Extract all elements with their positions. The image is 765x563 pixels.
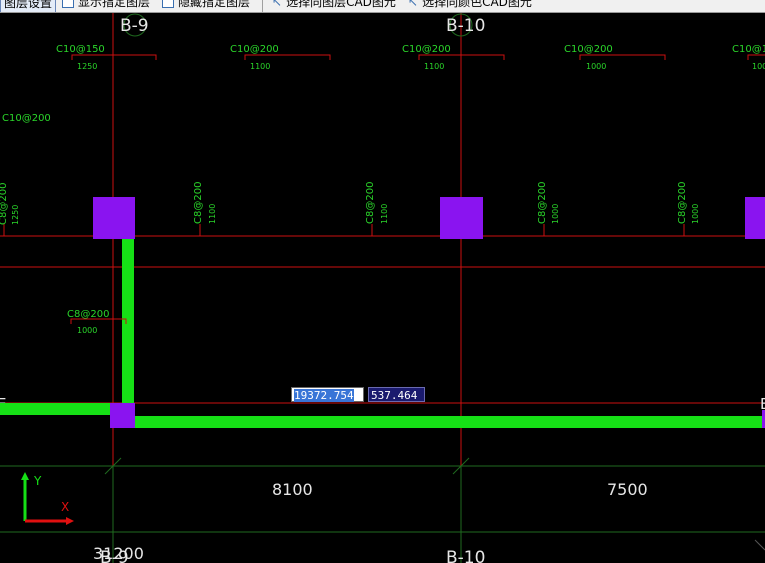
ucs-y-label: Y [33, 474, 42, 488]
rebar-bracket [747, 54, 765, 60]
layer-toolbar: 图层设置 显示指定图层 隐藏指定图层 ↖ 选择同图层CAD图元 ↖ 选择同颜色CAD… [0, 0, 765, 13]
axis-label-b10-bottom: B-10 [446, 548, 485, 563]
dimension-span-1: 8100 [272, 480, 313, 499]
rebar-length: 1100 [208, 204, 217, 224]
rebar-spec: C8@200 [193, 182, 204, 224]
rebar-spec: C10@200 [564, 44, 613, 55]
coordinate-x-value: 19372.754 [294, 389, 354, 402]
hide-layer-label: 隐藏指定图层 [178, 0, 251, 9]
select-same-layer-label: 选择同图层CAD图元 [286, 0, 396, 9]
rebar-length: 1100 [380, 204, 389, 224]
show-layer-button[interactable]: 显示指定图层 [62, 0, 150, 11]
column[interactable] [440, 197, 483, 239]
rebar-spec: C10@200 [402, 44, 451, 55]
cursor-icon: ↖ [408, 0, 419, 9]
coordinate-y-input[interactable]: 537.464 [368, 387, 425, 402]
beam-vertical[interactable] [122, 238, 134, 403]
ucs-x-arrow [66, 517, 74, 525]
rebar-spec: C10@1 [732, 44, 765, 55]
rebar-spec-left: C10@200 [2, 113, 51, 124]
rebar-length: 1000 [586, 62, 606, 71]
cad-canvas[interactable]: B-9 B-10 E E B-10 B-9 C10@150 1250 C10@2… [0, 13, 765, 563]
ucs-icon: Y X [21, 472, 74, 525]
axis-label-b9: B-9 [120, 16, 149, 36]
rebar-length: 1100 [424, 62, 444, 71]
ucs-y-arrow [21, 472, 29, 480]
select-same-layer-button[interactable]: ↖ 选择同图层CAD图元 [272, 0, 396, 11]
rebar-bracket [579, 54, 666, 60]
column[interactable] [110, 403, 135, 428]
rebar-spec: C8@200 [537, 182, 548, 224]
cursor-icon: ↖ [272, 0, 283, 9]
select-same-color-label: 选择同颜色CAD图元 [422, 0, 532, 9]
axis-label-b10: B-10 [446, 16, 485, 36]
rebar-length: 100 [752, 62, 765, 71]
top-rebar-group: C10@150 1250 C10@200 1100 C10@200 1100 C… [2, 44, 765, 124]
dimension-total: 31200 [93, 544, 144, 563]
layer-settings-button[interactable]: 图层设置 [0, 0, 57, 12]
rebar-length: 1100 [250, 62, 270, 71]
rebar-spec-mid: C8@200 [67, 309, 109, 320]
dimension-span-2: 7500 [607, 480, 648, 499]
beam-horizontal-right[interactable] [135, 416, 762, 428]
rebar-bracket [71, 54, 157, 60]
rebar-length-mid: 1000 [77, 326, 97, 335]
rebar-length: 1250 [77, 62, 97, 71]
rebar-spec: C8@200 [365, 182, 376, 224]
rebar-length: 1000 [551, 204, 560, 224]
rebar-spec: C8@200 [0, 183, 9, 225]
column[interactable] [745, 197, 765, 239]
cursor-crosshair [754, 539, 765, 551]
column[interactable] [93, 197, 135, 239]
coordinate-x-input[interactable]: 19372.754 [291, 387, 364, 402]
rebar-spec: C10@150 [56, 44, 105, 55]
ucs-x-label: X [61, 500, 69, 514]
rebar-length: 1000 [691, 204, 700, 224]
rebar-bracket [244, 54, 331, 60]
beam-horizontal-left[interactable] [0, 403, 110, 415]
show-layer-label: 显示指定图层 [78, 0, 151, 9]
rebar-length: 1250 [11, 205, 20, 225]
layer-show-icon [62, 0, 74, 8]
layer-hide-icon [162, 0, 174, 8]
rebar-spec: C8@200 [677, 182, 688, 224]
hide-layer-button[interactable]: 隐藏指定图层 [162, 0, 250, 11]
select-same-color-button[interactable]: ↖ 选择同颜色CAD图元 [408, 0, 532, 11]
toolbar-separator [262, 0, 263, 12]
rebar-spec: C10@200 [230, 44, 279, 55]
